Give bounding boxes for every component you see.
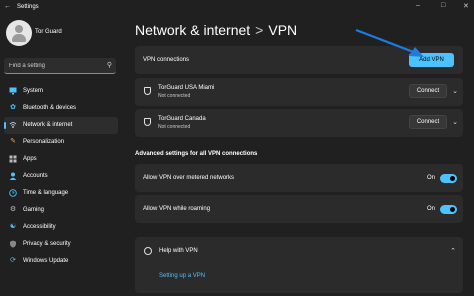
toggle-state-label: On: [426, 175, 435, 181]
breadcrumb-separator: >: [255, 22, 264, 38]
clock-icon: [9, 189, 17, 197]
vpn-shield-icon: [144, 87, 151, 95]
vpn-connection-status: Not connected: [158, 124, 191, 130]
vpn-connections-card: VPN connections Add VPN: [135, 46, 463, 74]
advanced-settings-title: Advanced settings for all VPN connection…: [135, 151, 258, 157]
update-icon: ⟳: [10, 257, 16, 264]
vpn-connection-name: TorGuard Canada: [158, 116, 206, 122]
brush-icon: ✎: [10, 138, 16, 145]
roaming-setting: Allow VPN while roaming On: [135, 195, 463, 223]
vpn-connection-status: Not connected: [158, 93, 191, 99]
setting-label: Allow VPN over metered networks: [143, 175, 235, 181]
vpn-connection-usa-miami[interactable]: TorGuard USA Miami Not connected Connect…: [135, 78, 463, 106]
back-arrow-icon[interactable]: ←: [4, 3, 11, 10]
roaming-toggle[interactable]: [440, 205, 457, 214]
close-icon[interactable]: ✕: [463, 2, 469, 10]
profile-name: Tor Guard: [35, 29, 62, 35]
gamepad-icon: ⚙: [9, 206, 17, 213]
vpn-connection-canada[interactable]: TorGuard Canada Not connected Connect ⌄: [135, 109, 463, 137]
sidebar-item-time-language[interactable]: Time & language: [4, 185, 118, 202]
connect-button[interactable]: Connect: [409, 115, 447, 129]
chevron-down-icon[interactable]: ⌄: [452, 118, 458, 126]
search-box[interactable]: ⚲: [4, 58, 116, 74]
metered-networks-setting: Allow VPN over metered networks On: [135, 164, 463, 192]
add-vpn-button[interactable]: Add VPN: [409, 53, 454, 67]
sidebar-item-personalization[interactable]: ✎ Personalization: [4, 134, 118, 151]
toggle-state-label: On: [426, 206, 435, 212]
avatar: [6, 20, 32, 46]
globe-icon: [144, 247, 152, 255]
title-bar: ← Settings – □ ✕: [0, 0, 474, 16]
vpn-connections-label: VPN connections: [143, 57, 190, 63]
vpn-connection-name: TorGuard USA Miami: [158, 85, 215, 91]
sidebar-item-accounts[interactable]: Accounts: [4, 168, 118, 185]
sidebar-item-windows-update[interactable]: ⟳ Windows Update: [4, 253, 118, 270]
metered-networks-toggle[interactable]: [440, 174, 457, 183]
search-icon: ⚲: [106, 62, 112, 69]
breadcrumb-parent[interactable]: Network & internet: [135, 22, 250, 38]
sidebar-item-network[interactable]: Network & internet: [4, 117, 118, 134]
wifi-icon: [9, 121, 17, 129]
sidebar-item-accessibility[interactable]: ☯ Accessibility: [4, 219, 118, 236]
connect-button[interactable]: Connect: [409, 84, 447, 98]
help-title: Help with VPN: [159, 248, 198, 254]
apps-icon: [9, 155, 17, 163]
search-input[interactable]: [9, 61, 99, 71]
shield-icon: [9, 240, 17, 248]
sidebar-item-bluetooth[interactable]: ✿ Bluetooth & devices: [4, 100, 118, 117]
breadcrumb: Network & internet > VPN: [135, 22, 297, 38]
maximize-icon[interactable]: □: [441, 2, 445, 9]
sidebar-nav: System ✿ Bluetooth & devices Network & i…: [4, 83, 118, 270]
chevron-up-icon[interactable]: ⌃: [450, 247, 456, 255]
setting-label: Allow VPN while roaming: [143, 206, 211, 212]
page-title: VPN: [268, 22, 298, 38]
minimize-icon[interactable]: –: [416, 2, 420, 9]
sidebar-item-privacy[interactable]: Privacy & security: [4, 236, 118, 253]
chevron-down-icon[interactable]: ⌄: [452, 87, 458, 95]
sidebar-item-gaming[interactable]: ⚙ Gaming: [4, 202, 118, 219]
monitor-icon: [9, 87, 17, 95]
accessibility-icon: ☯: [9, 223, 17, 230]
sidebar-item-system[interactable]: System: [4, 83, 118, 100]
app-title: Settings: [17, 4, 39, 10]
help-with-vpn-card: Help with VPN ⌃ Setting up a VPN: [135, 237, 463, 293]
setting-up-vpn-link[interactable]: Setting up a VPN: [159, 273, 205, 279]
sidebar-item-apps[interactable]: Apps: [4, 151, 118, 168]
bluetooth-icon: ✿: [10, 104, 16, 111]
vpn-shield-icon: [144, 118, 151, 126]
person-icon: [9, 172, 17, 180]
